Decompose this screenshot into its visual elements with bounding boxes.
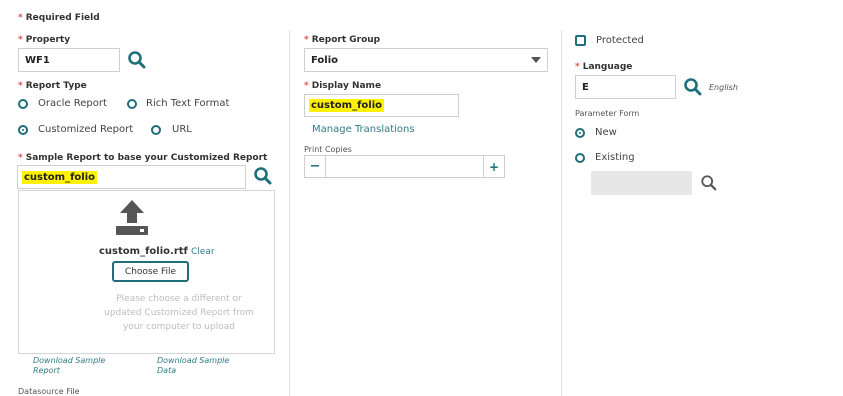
radio-oracle-report[interactable] [18, 99, 28, 109]
column-divider [561, 30, 562, 396]
property-search-icon[interactable] [127, 50, 147, 70]
required-star: * [18, 13, 23, 23]
property-value: WF1 [25, 54, 50, 66]
print-copies-label: Print Copies [304, 145, 352, 154]
radio-rich-text-format[interactable] [127, 99, 137, 109]
clear-file-link[interactable]: Clear [191, 247, 215, 257]
column-divider [289, 30, 290, 396]
display-name-label-text: Display Name [311, 81, 382, 91]
report-group-select[interactable]: Folio [304, 48, 548, 72]
language-search-icon[interactable] [683, 77, 703, 97]
radio-new[interactable] [575, 128, 585, 138]
upload-hint: Please choose a different or updated Cus… [104, 294, 254, 332]
sample-report-label: * Sample Report to base your Customized R… [18, 153, 268, 163]
manage-translations-link[interactable]: Manage Translations [312, 124, 415, 135]
datasource-file-label: Datasource File [18, 387, 80, 396]
sample-report-input[interactable]: custom_folio [17, 165, 246, 189]
existing-form-input [591, 171, 692, 195]
language-input[interactable]: E [575, 75, 676, 99]
required-note-text: Required Field [25, 13, 100, 23]
print-copies-stepper[interactable]: − + [304, 155, 505, 178]
language-label-text: Language [582, 62, 633, 72]
display-name-input[interactable]: custom_folio [304, 94, 459, 117]
chevron-down-icon [531, 57, 541, 63]
download-sample-data-link[interactable]: Download Sample Data [157, 356, 247, 376]
decrement-button[interactable]: − [305, 156, 326, 177]
report-group-label-text: Report Group [311, 35, 381, 45]
new-label: New [595, 127, 617, 138]
language-label: * Language [575, 62, 633, 72]
download-sample-report-link[interactable]: Download Sample Report [33, 356, 125, 376]
report-type-label: * Report Type [18, 81, 87, 91]
display-name-value: custom_folio [309, 99, 385, 112]
choose-file-button[interactable]: Choose File [112, 261, 189, 282]
property-label: * Property [18, 35, 71, 45]
report-type-label-text: Report Type [25, 81, 87, 91]
language-value: E [582, 81, 589, 93]
url-label: URL [172, 124, 192, 135]
property-label-text: Property [25, 35, 71, 45]
protected-label: Protected [596, 35, 644, 46]
uploaded-file-name: custom_folio.rtf [99, 246, 188, 257]
language-display-name: English [709, 83, 738, 92]
radio-url[interactable] [151, 125, 161, 135]
rich-text-format-label: Rich Text Format [146, 98, 230, 109]
radio-existing[interactable] [575, 153, 585, 163]
existing-form-search-icon [701, 175, 717, 191]
increment-button[interactable]: + [483, 156, 504, 177]
customized-report-label: Customized Report [38, 124, 134, 135]
print-copies-input[interactable] [326, 156, 484, 177]
protected-checkbox[interactable] [575, 35, 586, 46]
required-field-note: * Required Field [18, 13, 100, 23]
upload-icon [116, 200, 148, 235]
oracle-report-label: Oracle Report [38, 98, 107, 109]
report-group-label: * Report Group [304, 35, 381, 45]
report-group-value: Folio [311, 54, 339, 66]
sample-report-value: custom_folio [22, 170, 98, 184]
sample-report-search-icon[interactable] [253, 166, 273, 186]
sample-report-label-text: Sample Report to base your Customized Re… [25, 153, 268, 163]
display-name-label: * Display Name [304, 81, 382, 91]
parameter-form-label: Parameter Form [575, 109, 640, 118]
property-input[interactable]: WF1 [18, 48, 120, 72]
radio-customized-report[interactable] [18, 125, 28, 135]
existing-label: Existing [595, 152, 635, 163]
upload-panel[interactable]: custom_folio.rtf Clear Choose File Pleas… [18, 190, 275, 354]
